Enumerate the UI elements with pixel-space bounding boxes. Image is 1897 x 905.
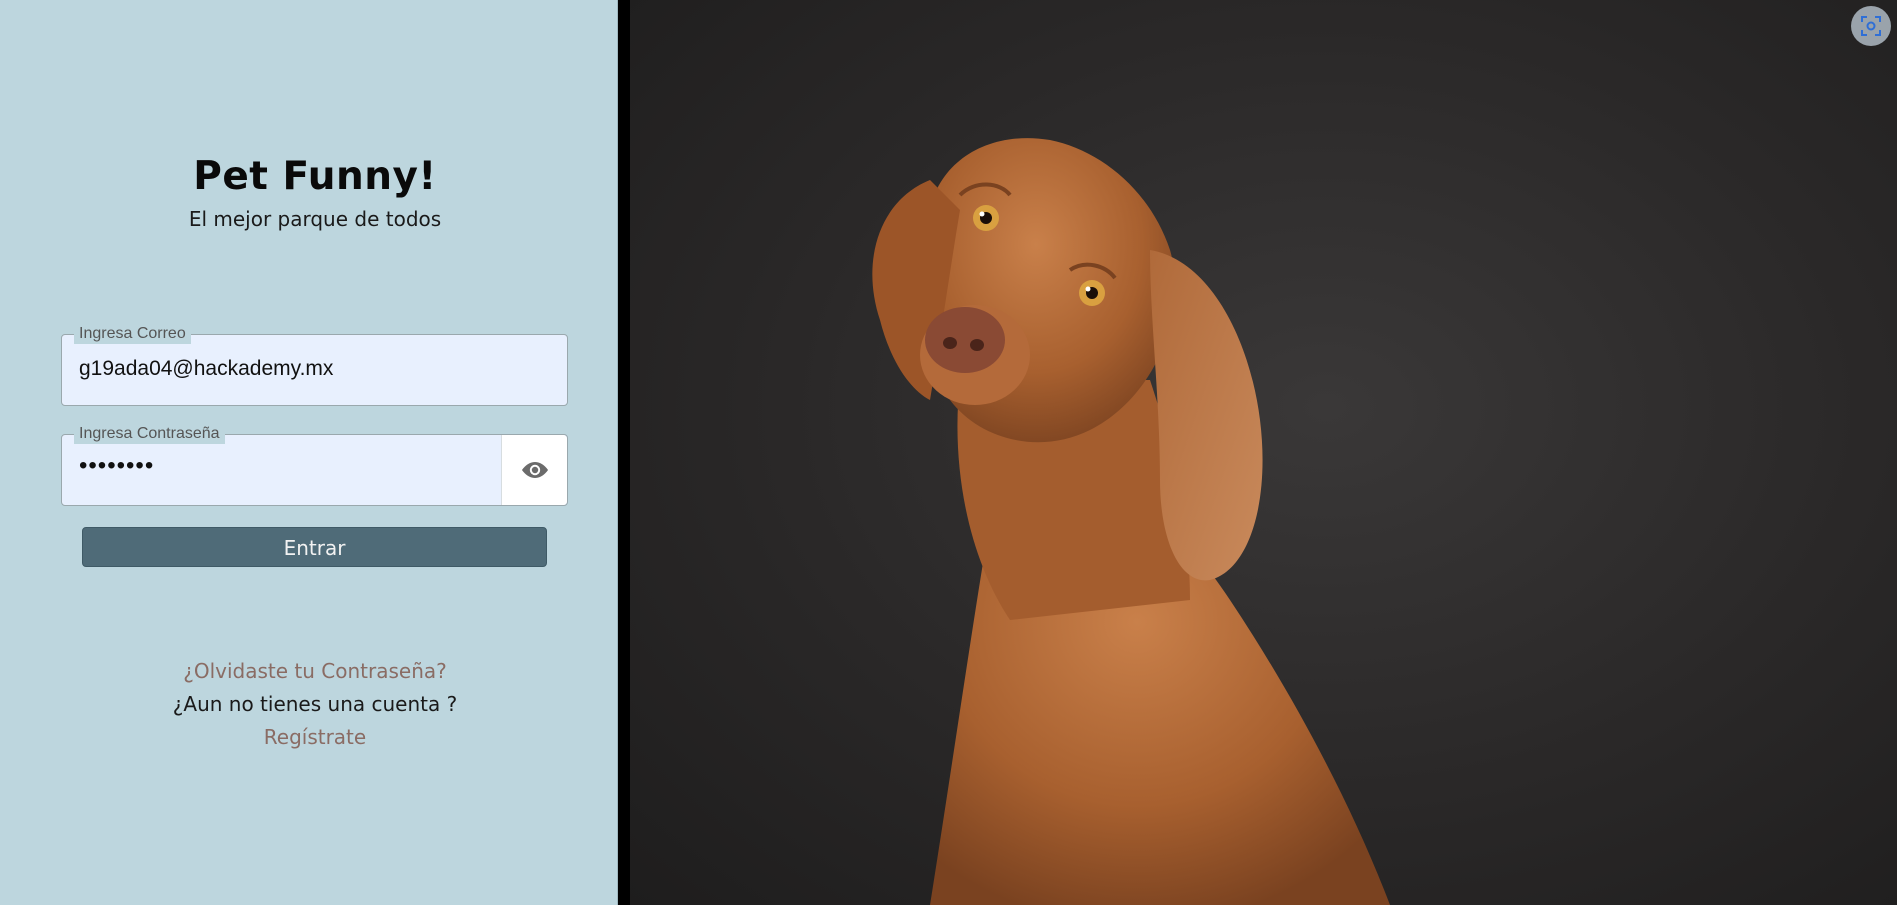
email-label: Ingresa Correo xyxy=(74,324,191,344)
scan-icon xyxy=(1861,16,1881,36)
password-label: Ingresa Contraseña xyxy=(74,424,225,444)
password-field[interactable]: Ingresa Contraseña •••••••• xyxy=(61,424,568,506)
dog-photo xyxy=(630,0,1897,905)
eye-icon xyxy=(521,462,548,478)
password-input-value[interactable]: •••••••• xyxy=(79,452,154,480)
app-subtitle: El mejor parque de todos xyxy=(188,207,442,231)
register-link[interactable]: Regístrate xyxy=(0,725,630,749)
login-panel: Pet Funny! El mejor parque de todos Ingr… xyxy=(0,0,618,905)
screen-capture-button[interactable] xyxy=(1851,6,1891,46)
submit-button[interactable]: Entrar xyxy=(82,527,547,567)
no-account-text: ¿Aun no tienes una cuenta ? xyxy=(172,692,458,716)
email-field[interactable]: Ingresa Correo g19ada04@hackademy.mx xyxy=(61,324,568,406)
dog-illustration xyxy=(872,138,1390,905)
panel-divider xyxy=(618,0,630,905)
forgot-password-link[interactable]: ¿Olvidaste tu Contraseña? xyxy=(0,659,630,683)
password-toggle-button[interactable] xyxy=(501,435,567,505)
email-input-value[interactable]: g19ada04@hackademy.mx xyxy=(79,357,333,381)
app-title: Pet Funny! xyxy=(193,154,437,199)
